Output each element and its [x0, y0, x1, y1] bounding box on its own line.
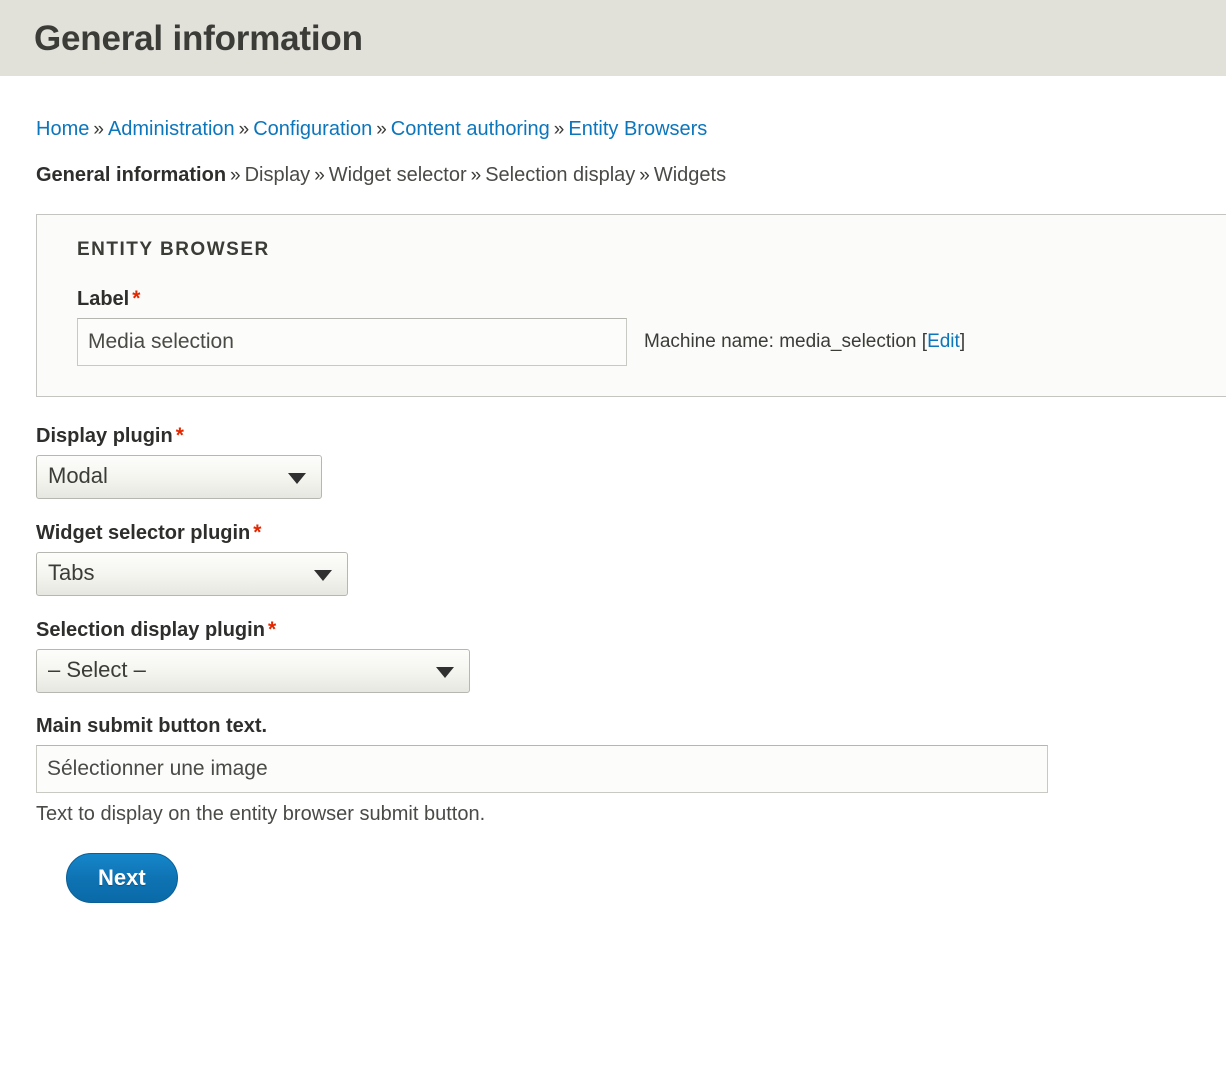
breadcrumb-item-entity-browsers[interactable]: Entity Browsers [568, 118, 707, 140]
entity-browser-fieldset: ENTITY BROWSER Label* Machine name: medi… [36, 213, 1226, 397]
display-plugin-select-wrap: Modal [36, 454, 322, 499]
breadcrumb: Home» Administration» Configuration» Conten… [36, 117, 1226, 142]
display-plugin-label: Display plugin * [36, 424, 1226, 448]
selection-display-plugin-select[interactable]: – Select – [36, 648, 470, 693]
page-title: General information [34, 18, 363, 58]
machine-name-prefix: Machine name: [644, 330, 780, 352]
widget-selector-plugin-label: Widget selector plugin * [36, 521, 1226, 545]
widget-selector-plugin-field: Widget selector plugin * Tabs [36, 521, 1226, 596]
display-plugin-select[interactable]: Modal [36, 454, 322, 499]
main-submit-button-text-field: Main submit button text. Text to display… [36, 715, 1226, 826]
required-asterisk-icon: * [175, 423, 184, 447]
wizard-steps: General information» Display» Widget selec… [36, 163, 1226, 188]
page-header: General information [0, 0, 1226, 76]
wizard-step-widget-selector: Widget selector [328, 163, 467, 186]
selection-display-plugin-label-text: Selection display plugin [36, 618, 265, 641]
wizard-step-separator: » [639, 164, 650, 186]
main-submit-button-text-label: Main submit button text. [36, 714, 268, 737]
page-content: Home» Administration» Configuration» Conten… [0, 117, 1226, 903]
machine-name-value: media_selection [779, 330, 917, 352]
wizard-step-general-information: General information [36, 163, 227, 186]
widget-selector-plugin-select[interactable]: Tabs [36, 551, 348, 596]
wizard-step-separator: » [470, 164, 482, 186]
breadcrumb-separator: » [376, 119, 387, 140]
breadcrumb-item-administration[interactable]: Administration [108, 118, 235, 140]
display-plugin-field: Display plugin * Modal [36, 424, 1226, 499]
main-submit-button-text-input[interactable] [36, 744, 1048, 793]
selection-display-plugin-label: Selection display plugin * [36, 618, 1226, 642]
wizard-step-widgets: Widgets [653, 163, 727, 186]
wizard-step-separator: » [230, 164, 241, 186]
main-submit-button-text-description: Text to display on the entity browser su… [36, 802, 486, 825]
breadcrumb-separator: » [238, 119, 250, 140]
widget-selector-plugin-label-text: Widget selector plugin [36, 521, 251, 544]
next-button[interactable]: Next [66, 852, 178, 903]
wizard-step-separator: » [314, 164, 325, 186]
form-actions: Next [36, 852, 1226, 903]
display-plugin-label-text: Display plugin [36, 424, 173, 447]
machine-name-bracket-open: [ [916, 330, 928, 352]
label-field-label: Label * [77, 287, 1226, 311]
wizard-step-selection-display: Selection display [485, 163, 636, 186]
required-asterisk-icon: * [267, 617, 277, 641]
breadcrumb-item-content-authoring[interactable]: Content authoring [391, 118, 550, 140]
label-field-row: Machine name: media_selection [Edit] [77, 317, 1226, 366]
breadcrumb-item-home[interactable]: Home [36, 118, 89, 140]
breadcrumb-item-configuration[interactable]: Configuration [253, 118, 372, 140]
selection-display-plugin-select-wrap: – Select – [36, 648, 470, 693]
breadcrumb-separator: » [93, 119, 104, 140]
machine-name-bracket-close: ] [959, 330, 966, 352]
widget-selector-plugin-select-wrap: Tabs [36, 551, 348, 596]
machine-name-display: Machine name: media_selection [Edit] [644, 331, 965, 353]
required-asterisk-icon: * [253, 520, 262, 544]
label-input[interactable] [77, 317, 627, 366]
selection-display-plugin-field: Selection display plugin * – Select – [36, 618, 1226, 693]
breadcrumb-separator: » [553, 119, 565, 140]
wizard-step-display: Display [244, 163, 311, 186]
machine-name-edit-link[interactable]: Edit [927, 331, 960, 352]
label-field-label-text: Label [77, 287, 130, 310]
fieldset-legend: ENTITY BROWSER [77, 238, 270, 260]
required-asterisk-icon: * [132, 286, 141, 310]
